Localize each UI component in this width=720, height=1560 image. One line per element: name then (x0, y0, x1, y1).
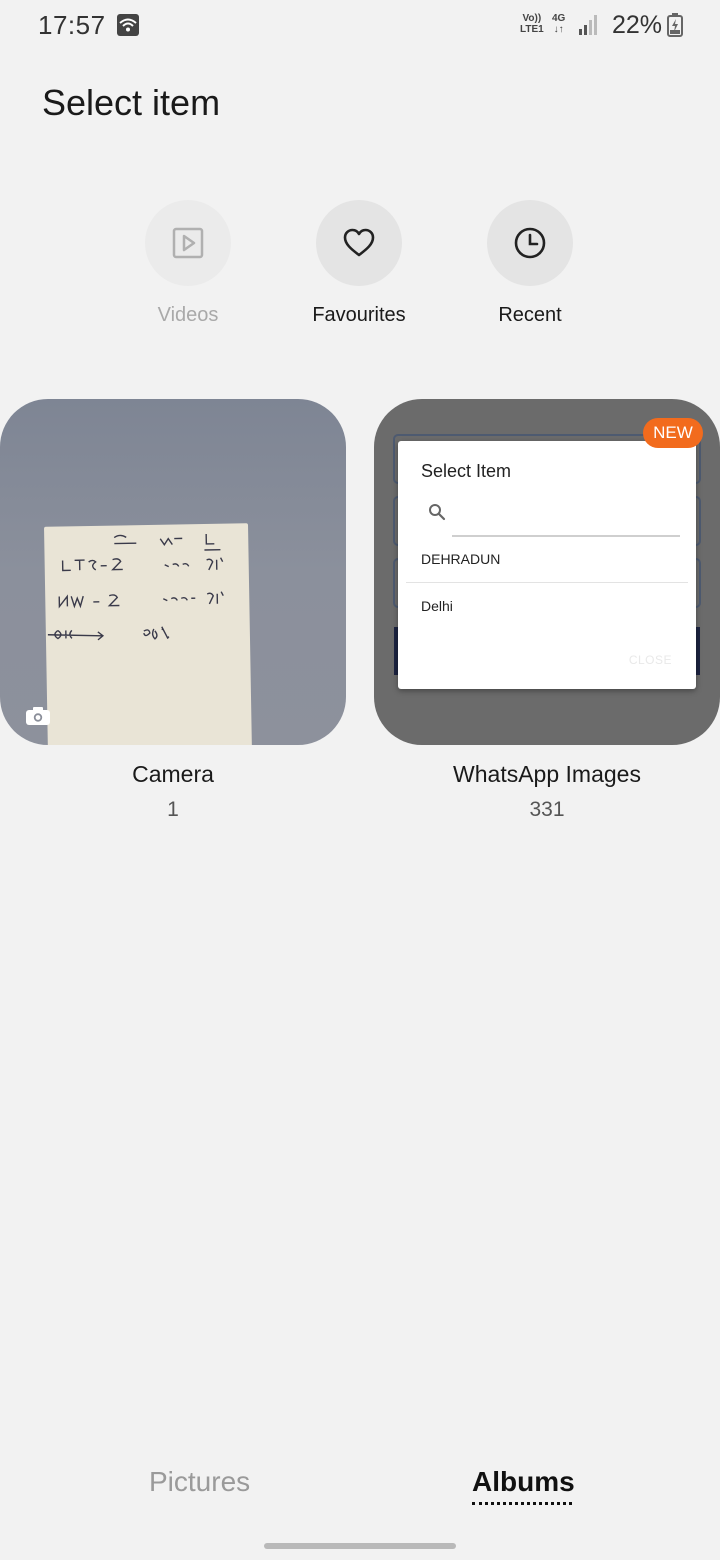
recent-circle (487, 200, 573, 286)
play-icon (172, 227, 204, 259)
camera-icon (26, 707, 50, 725)
videos-button[interactable]: Videos (128, 200, 248, 327)
active-tab-indicator (472, 1502, 572, 1505)
volte-bottom-text: LTE1 (520, 24, 544, 35)
videos-circle (145, 200, 231, 286)
battery-percentage: 22% (612, 11, 663, 39)
network-type-indicator: 4G ↓↑ (552, 13, 565, 35)
album-count: 331 (529, 798, 565, 821)
videos-label: Videos (157, 304, 219, 326)
status-time: 17:57 (38, 10, 106, 40)
volte-top-text: Vo)) (522, 13, 542, 24)
album-name: Camera (132, 761, 214, 787)
new-badge: NEW (643, 418, 703, 448)
recent-label: Recent (498, 304, 562, 326)
tab-albums[interactable]: Albums (472, 1466, 575, 1498)
album-whatsapp-images[interactable]: Select Item DEHRADUN Delhi CLOSE WhatsAp… (374, 399, 720, 822)
data-activity-arrows: ↓↑ (553, 24, 564, 35)
heart-icon (343, 228, 375, 257)
favourites-button[interactable]: Favourites (299, 200, 419, 327)
volte-indicator: Vo)) LTE1 (520, 13, 544, 35)
list-item: DEHRADUN (421, 551, 501, 567)
home-indicator[interactable] (264, 1543, 456, 1549)
search-underline (452, 535, 680, 537)
clock-icon (514, 227, 546, 259)
album-camera[interactable]: Camera 1 (0, 399, 346, 822)
wifi-icon (117, 14, 139, 36)
select-item-dialog-preview: Select Item DEHRADUN Delhi CLOSE (398, 441, 696, 689)
search-icon (429, 504, 446, 521)
network-type-text: 4G (552, 13, 566, 24)
signal-icon (579, 15, 597, 35)
list-divider (406, 582, 688, 583)
close-label: CLOSE (628, 653, 672, 667)
album-picker-screen: 17:57 Vo)) LTE1 4G ↓↑ 22% Select item Vi… (0, 0, 720, 1560)
dialog-title: Select Item (421, 461, 512, 481)
favourites-label: Favourites (312, 304, 406, 326)
tab-pictures[interactable]: Pictures (149, 1466, 250, 1498)
recent-button[interactable]: Recent (470, 200, 590, 327)
album-count: 1 (167, 798, 179, 821)
status-bar: 17:57 Vo)) LTE1 4G ↓↑ 22% (0, 0, 720, 52)
handwritten-note-photo (44, 523, 252, 745)
album-name: WhatsApp Images (453, 761, 641, 787)
list-item: Delhi (421, 598, 453, 614)
page-title: Select item (42, 82, 221, 123)
camera-album-thumbnail (0, 399, 346, 745)
battery-charging-icon (667, 13, 683, 37)
whatsapp-album-thumbnail: Select Item DEHRADUN Delhi CLOSE (374, 399, 720, 745)
favourites-circle (316, 200, 402, 286)
